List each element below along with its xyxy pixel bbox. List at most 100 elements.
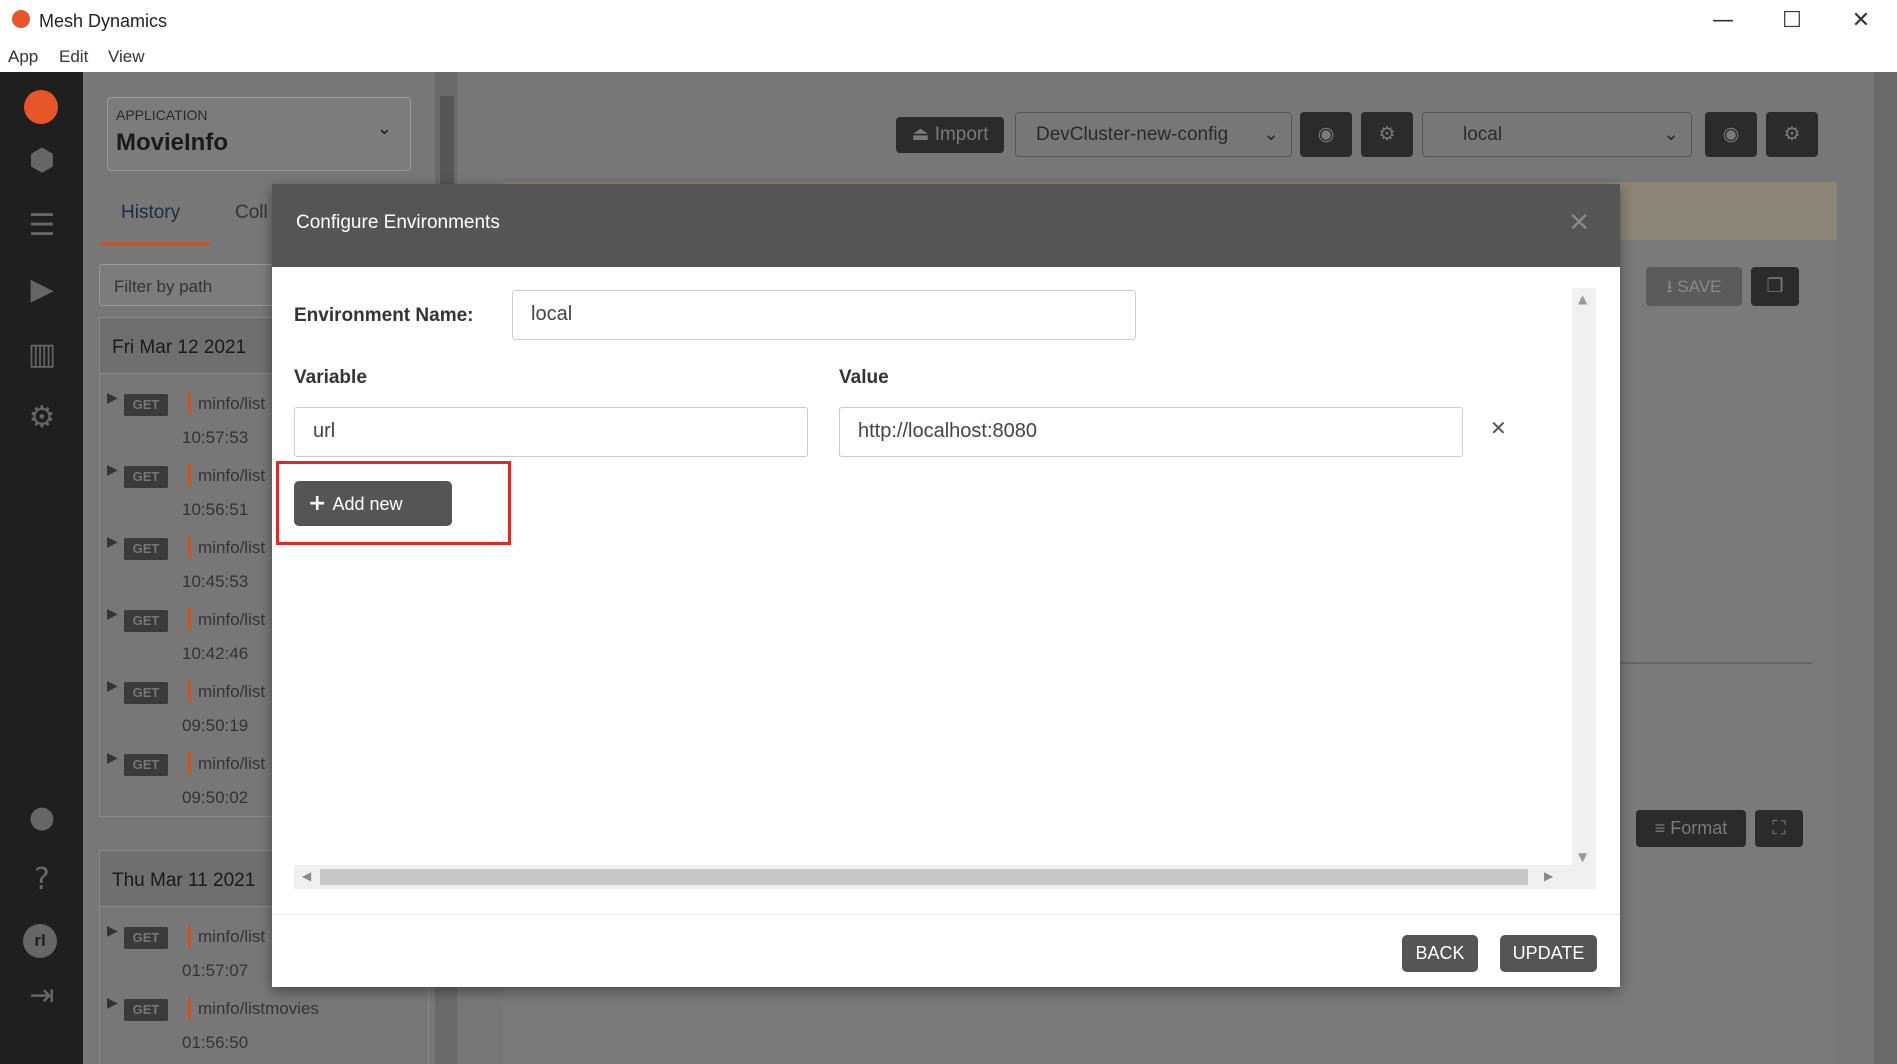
request-time: 10:57:53 [182, 428, 249, 447]
list-item[interactable]: ▶ GET minfo/listmovies 01:56:50 [100, 991, 400, 1061]
request-time: 10:42:46 [182, 644, 249, 663]
application-name: MovieInfo [116, 129, 228, 156]
environment-select[interactable]: local ⌄ [1422, 112, 1692, 157]
expand-icon[interactable]: ▶ [107, 534, 118, 550]
expand-icon[interactable]: ⛶ [1755, 810, 1803, 847]
play-icon[interactable]: ▶ [22, 272, 62, 308]
modal-title: Configure Environments [296, 212, 500, 233]
scroll-down-icon[interactable]: ▼ [1578, 850, 1587, 864]
close-window-button[interactable]: ✕ [1831, 6, 1891, 36]
tab-history[interactable]: History [121, 202, 180, 224]
request-time: 10:45:53 [182, 572, 249, 591]
scroll-up-icon[interactable]: ▲ [1578, 292, 1587, 306]
tab-collections[interactable]: Coll [235, 202, 268, 224]
method-badge: GET [124, 927, 168, 949]
request-time: 01:57:07 [182, 961, 249, 980]
save-label: SAVE [1677, 277, 1722, 296]
save-button[interactable]: ⭳ SAVE [1646, 267, 1742, 306]
modal-header: Configure Environments ✕ [272, 184, 1620, 267]
logout-icon[interactable]: ⇥ [22, 978, 62, 1014]
chevron-down-icon: ⌄ [1263, 123, 1279, 145]
method-badge: GET [124, 754, 168, 776]
modal-vertical-scrollbar[interactable]: ▲ ▼ [1572, 288, 1596, 868]
highlight-box [276, 461, 511, 545]
request-time: 09:50:02 [182, 788, 249, 807]
config-select-value: DevCluster-new-config [1036, 124, 1229, 145]
expand-icon[interactable]: ▶ [107, 678, 118, 694]
application-select[interactable]: APPLICATION MovieInfo ⌄ [107, 97, 411, 171]
request-path: minfo/list [198, 394, 266, 413]
gear-icon[interactable]: ⚙ [22, 400, 62, 436]
modal-horizontal-scrollbar[interactable]: ◀ ▶ [294, 865, 1596, 889]
menu-bar: App Edit View [0, 42, 1897, 72]
config-select[interactable]: DevCluster-new-config ⌄ [1015, 112, 1292, 157]
env-name-label: Environment Name: [294, 305, 474, 326]
status-bar [188, 464, 191, 486]
request-path: minfo/list [198, 610, 266, 629]
value-header: Value [839, 367, 889, 388]
menu-app[interactable]: App [8, 47, 38, 67]
horizontal-scroll-thumb[interactable] [320, 869, 1528, 885]
application-label: APPLICATION [116, 107, 208, 123]
logo-icon[interactable] [24, 90, 58, 124]
variable-name-input[interactable]: url [294, 407, 808, 457]
gear-icon[interactable]: ⚙ [1766, 112, 1818, 157]
main-scrollbar[interactable] [1874, 72, 1897, 1064]
expand-icon[interactable]: ▶ [107, 390, 118, 406]
menu-view[interactable]: View [108, 47, 145, 67]
expand-icon[interactable]: ▶ [107, 995, 118, 1011]
back-button[interactable]: BACK [1402, 935, 1478, 972]
app-logo-icon [12, 10, 30, 28]
history-date: Thu Mar 11 2021 [112, 870, 256, 891]
tab-underline [99, 242, 209, 245]
update-button[interactable]: UPDATE [1500, 935, 1597, 972]
format-label: Format [1670, 818, 1728, 838]
env-name-input[interactable]: local [512, 290, 1136, 340]
chat-icon[interactable]: ● [22, 800, 62, 836]
request-path: minfo/list [198, 754, 266, 773]
history-date: Fri Mar 12 2021 [112, 337, 247, 358]
scroll-left-icon[interactable]: ◀ [302, 869, 311, 883]
import-icon: ⏏ [911, 124, 935, 145]
format-button[interactable]: ≡ Format [1636, 810, 1746, 847]
environment-select-value: local [1463, 124, 1503, 145]
help-icon[interactable]: ? [22, 862, 62, 898]
variable-value-input[interactable]: http://localhost:8080 [839, 407, 1463, 457]
method-badge: GET [124, 682, 168, 704]
eye-icon[interactable]: ◉ [1300, 112, 1352, 157]
method-badge: GET [124, 394, 168, 416]
chevron-down-icon: ⌄ [1663, 123, 1679, 145]
configure-environments-modal: Configure Environments ✕ Environment Nam… [272, 184, 1620, 987]
format-icon: ≡ [1654, 818, 1671, 838]
expand-icon[interactable]: ▶ [107, 606, 118, 622]
copy-icon[interactable]: ❐ [1751, 267, 1799, 306]
modal-footer: BACK UPDATE [272, 914, 1620, 987]
avatar[interactable]: rl [23, 924, 57, 958]
minimize-button[interactable]: — [1693, 6, 1753, 36]
status-bar [188, 608, 191, 630]
expand-icon[interactable]: ▶ [107, 462, 118, 478]
request-path: minfo/listmovies [198, 999, 319, 1018]
method-badge: GET [124, 999, 168, 1021]
chart-icon[interactable]: ▥ [22, 337, 62, 373]
request-path: minfo/list [198, 466, 266, 485]
gear-icon[interactable]: ⚙ [1361, 112, 1413, 157]
expand-icon[interactable]: ▶ [107, 923, 118, 939]
status-bar [188, 680, 191, 702]
method-badge: GET [124, 466, 168, 488]
method-badge: GET [124, 610, 168, 632]
import-button[interactable]: ⏏ Import [896, 117, 1004, 153]
eye-icon[interactable]: ◉ [1705, 112, 1757, 157]
list-icon[interactable]: ☰ [22, 208, 62, 244]
variable-header: Variable [294, 367, 367, 388]
menu-edit[interactable]: Edit [59, 47, 88, 67]
scroll-right-icon[interactable]: ▶ [1544, 869, 1553, 883]
left-nav-bar: ⬢ ☰ ▶ ▥ ⚙ ● ? rl ⇥ [0, 72, 83, 1064]
cube-icon[interactable]: ⬢ [22, 143, 62, 179]
request-path: minfo/list [198, 927, 266, 946]
expand-icon[interactable]: ▶ [107, 750, 118, 766]
title-bar: Mesh Dynamics — ☐ ✕ [0, 0, 1897, 42]
delete-variable-icon[interactable]: ✕ [1490, 416, 1507, 440]
close-icon[interactable]: ✕ [1568, 208, 1590, 238]
maximize-button[interactable]: ☐ [1762, 6, 1822, 36]
